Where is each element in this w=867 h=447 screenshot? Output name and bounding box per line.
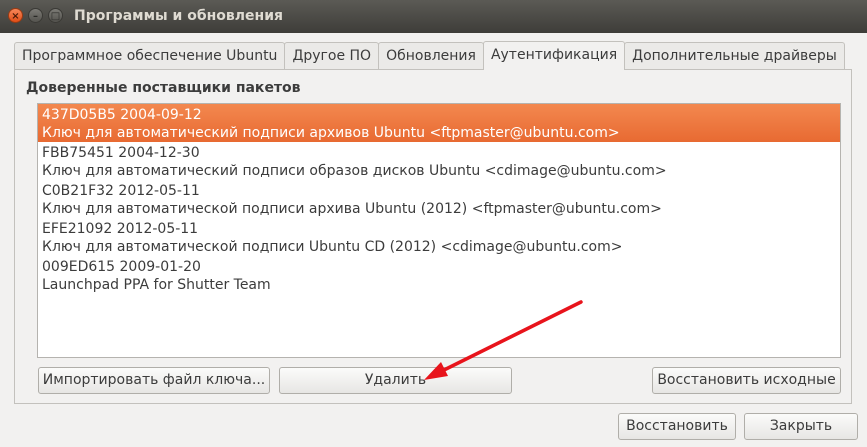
import-key-file-button[interactable]: Импортировать файл ключа...: [38, 367, 270, 394]
key-description: Ключ для автоматический подписи архивов …: [42, 125, 620, 141]
close-button[interactable]: Закрыть: [744, 413, 858, 440]
key-list-item[interactable]: 009ED615 2009-01-20 Launchpad PPA for Sh…: [38, 256, 840, 294]
remove-button[interactable]: Удалить: [279, 367, 512, 394]
tab-authentication[interactable]: Аутентификация: [482, 41, 626, 70]
tab-ubuntu-software[interactable]: Программное обеспечение Ubuntu: [14, 42, 286, 69]
key-description: Ключ для автоматической подписи архива U…: [42, 201, 662, 217]
trusted-keys-list[interactable]: 437D05B5 2004-09-12 Ключ для автоматичес…: [37, 103, 841, 358]
tab-bar: Программное обеспечение Ubuntu Другое ПО…: [14, 41, 845, 70]
trusted-providers-label: Доверенные поставщики пакетов: [26, 80, 301, 96]
key-list-item[interactable]: FBB75451 2004-12-30 Ключ для автоматичес…: [38, 142, 840, 180]
window-close-button[interactable]: ×: [8, 8, 23, 23]
key-id-date: EFE21092 2012-05-11: [42, 221, 199, 237]
key-description: Ключ для автоматический подписи образов …: [42, 163, 667, 179]
key-id-date: 437D05B5 2004-09-12: [42, 107, 202, 123]
window-minimize-button[interactable]: –: [28, 8, 43, 23]
title-bar: × – □ Программы и обновления: [0, 0, 867, 33]
key-id-date: C0B21F32 2012-05-11: [42, 183, 200, 199]
key-id-date: FBB75451 2004-12-30: [42, 145, 200, 161]
tab-updates[interactable]: Обновления: [378, 42, 484, 69]
key-description: Launchpad PPA for Shutter Team: [42, 277, 271, 293]
tab-other-software[interactable]: Другое ПО: [284, 42, 380, 69]
restore-defaults-button[interactable]: Восстановить исходные: [652, 367, 841, 394]
key-list-item[interactable]: EFE21092 2012-05-11 Ключ для автоматичес…: [38, 218, 840, 256]
key-description: Ключ для автоматической подписи Ubuntu C…: [42, 239, 623, 255]
revert-button[interactable]: Восстановить: [618, 413, 736, 440]
tab-additional-drivers[interactable]: Дополнительные драйверы: [624, 42, 845, 69]
key-list-item[interactable]: C0B21F32 2012-05-11 Ключ для автоматичес…: [38, 180, 840, 218]
key-list-item[interactable]: 437D05B5 2004-09-12 Ключ для автоматичес…: [38, 104, 840, 142]
key-id-date: 009ED615 2009-01-20: [42, 259, 201, 275]
window-maximize-button[interactable]: □: [48, 8, 63, 23]
window-title: Программы и обновления: [74, 8, 284, 24]
